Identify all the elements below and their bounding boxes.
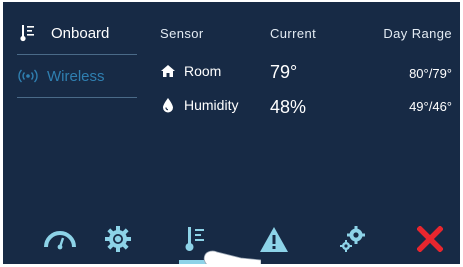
- thermometer-icon: [17, 23, 39, 43]
- header-sensor: Sensor: [160, 26, 204, 41]
- water-drop-icon: [160, 97, 176, 113]
- table-row: Room: [160, 63, 221, 79]
- table-row: Humidity: [160, 97, 238, 113]
- day-range-value: 49°/46°: [409, 99, 452, 114]
- sidebar-item-label: Onboard: [51, 24, 110, 42]
- sidebar-divider: [17, 97, 137, 98]
- day-range-value: 80°/79°: [409, 66, 452, 81]
- home-icon: [160, 64, 176, 78]
- wireless-signal-icon: [17, 66, 39, 86]
- header-current: Current: [270, 26, 317, 41]
- sidebar-item-wireless[interactable]: Wireless: [17, 56, 137, 96]
- gears-icon: [337, 224, 367, 259]
- warning-icon: [259, 225, 289, 258]
- sidebar-item-label: Wireless: [47, 67, 105, 85]
- sensor-name: Humidity: [184, 97, 239, 113]
- thermostat-screen: Onboard Wireless Sensor Current Day Rang…: [3, 2, 460, 264]
- nav-advanced-settings-button[interactable]: [332, 224, 372, 258]
- gauge-icon: [43, 228, 77, 255]
- nav-settings-button[interactable]: [98, 224, 138, 258]
- close-icon: [416, 224, 444, 257]
- sensor-name: Room: [184, 63, 222, 79]
- current-value: 48%: [270, 97, 307, 117]
- nav-gauge-button[interactable]: [40, 224, 80, 258]
- sidebar-item-onboard[interactable]: Onboard: [17, 13, 137, 53]
- hand-cursor-icon: [203, 250, 261, 264]
- header-day-range: Day Range: [383, 26, 452, 41]
- sidebar-divider: [17, 54, 137, 55]
- nav-close-button[interactable]: [410, 224, 450, 258]
- current-value: 79°: [270, 62, 298, 82]
- gear-icon: [104, 225, 132, 258]
